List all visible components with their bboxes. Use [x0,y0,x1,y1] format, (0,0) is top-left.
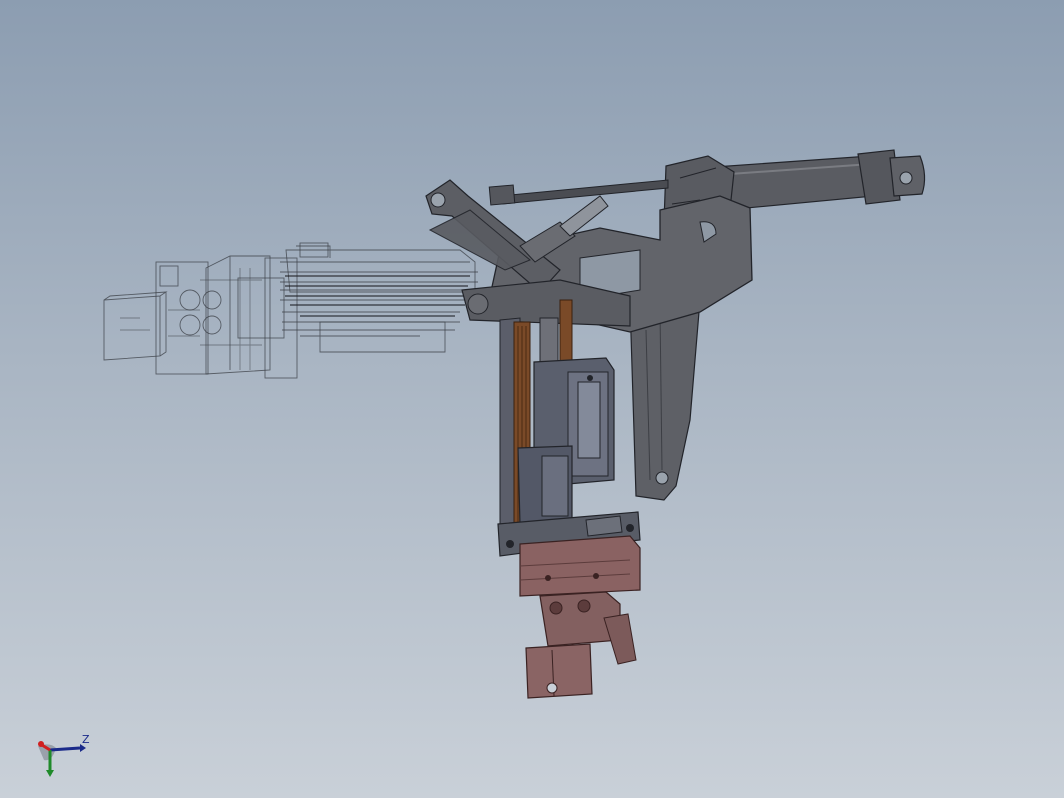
gripper-finger-base[interactable] [525,643,593,699]
gripper-body[interactable] [519,535,641,597]
rod-end-nut[interactable] [488,184,516,206]
transparent-end-block[interactable] [103,291,168,361]
coordinate-triad: Z [38,733,90,777]
transparent-lower-housing[interactable] [300,321,446,353]
transparent-slide-assembly[interactable] [103,242,478,379]
piston-rod[interactable] [499,179,669,205]
link-arm-pivot [430,192,446,208]
vertical-slide-unit[interactable] [497,299,641,557]
graphics-viewport[interactable]: Z [0,0,1064,798]
transparent-left-plate[interactable] [155,261,209,375]
bracket-support-leg[interactable] [629,299,701,501]
clevis-pin-hole [899,171,913,185]
z-axis-arrow [49,746,81,752]
gripper-unit[interactable] [519,535,641,699]
cad-model-scene[interactable] [0,0,1064,798]
z-axis-label: Z [82,733,90,746]
transparent-top-housing[interactable] [285,245,476,293]
leg-pin-hole [655,471,669,485]
crossbar-pivot [467,293,489,315]
